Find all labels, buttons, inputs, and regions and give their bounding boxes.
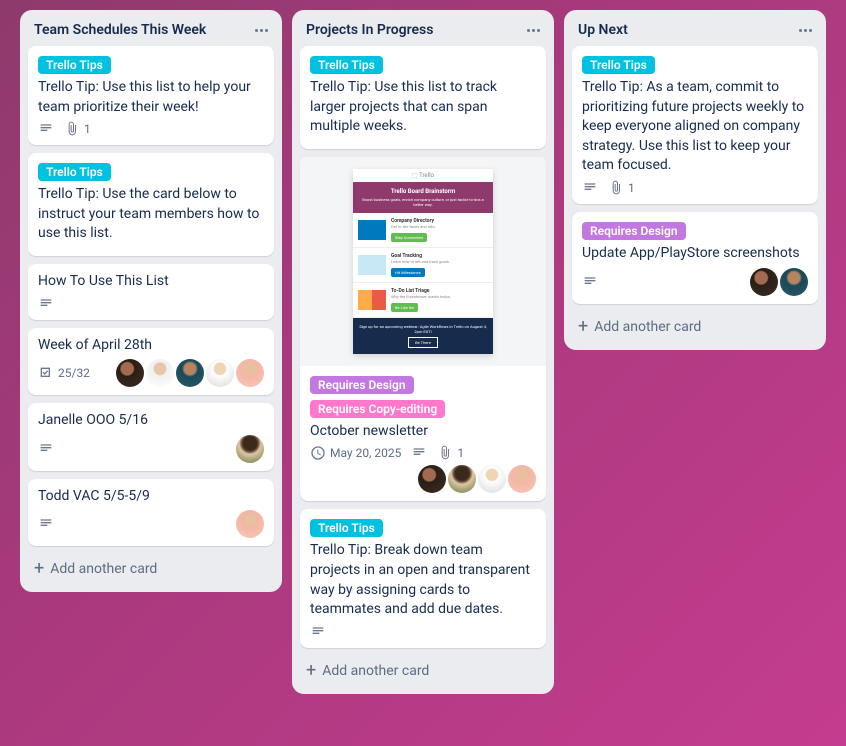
avatar[interactable] — [236, 359, 264, 387]
card-title: Week of April 28th — [38, 336, 264, 356]
avatar[interactable] — [418, 465, 446, 493]
list-menu-button[interactable] — [255, 29, 268, 32]
newsletter-preview: ⬚ Trello Trello Board BrainstormBoost bu… — [353, 169, 493, 354]
card-tip-breakdown[interactable]: Trello Tips Trello Tip: Break down team … — [300, 509, 546, 647]
add-card-button[interactable]: + Add another card — [28, 554, 274, 584]
card-members — [236, 510, 264, 538]
list-projects-in-progress: Projects In Progress Trello Tips Trello … — [292, 10, 554, 694]
list-title[interactable]: Projects In Progress — [306, 22, 433, 38]
attachment-badge: 1 — [437, 445, 464, 461]
list-title[interactable]: Up Next — [578, 22, 628, 38]
description-icon — [411, 445, 427, 461]
avatar[interactable] — [508, 465, 536, 493]
description-icon — [38, 296, 54, 312]
card-members — [236, 435, 264, 463]
label-requires-design[interactable]: Requires Design — [582, 222, 686, 240]
card-october-newsletter[interactable]: ⬚ Trello Trello Board BrainstormBoost bu… — [300, 157, 546, 502]
card-title: Trello Tip: Use this list to track large… — [310, 78, 536, 137]
description-icon — [582, 180, 598, 196]
list-menu-button[interactable] — [799, 29, 812, 32]
avatar[interactable] — [146, 359, 174, 387]
avatar[interactable] — [478, 465, 506, 493]
card-tip-track-larger[interactable]: Trello Tips Trello Tip: Use this list to… — [300, 46, 546, 149]
list-title[interactable]: Team Schedules This Week — [34, 22, 206, 38]
card-todd-vac[interactable]: Todd VAC 5/5-5/9 — [28, 479, 274, 547]
avatar[interactable] — [176, 359, 204, 387]
checklist-badge: 25/32 — [38, 365, 90, 381]
label-requires-design[interactable]: Requires Design — [310, 376, 414, 394]
board: Team Schedules This Week Trello Tips Tre… — [20, 10, 826, 694]
card-title: Trello Tip: Use this list to help your t… — [38, 78, 264, 117]
add-card-button[interactable]: + Add another card — [572, 312, 818, 342]
label-requires-copy[interactable]: Requires Copy-editing — [310, 400, 445, 418]
card-tip-commit[interactable]: Trello Tips Trello Tip: As a team, commi… — [572, 46, 818, 204]
plus-icon: + — [306, 662, 316, 680]
card-title: How To Use This List — [38, 272, 264, 292]
card-janelle-ooo[interactable]: Janelle OOO 5/16 — [28, 403, 274, 471]
card-tip-prioritize[interactable]: Trello Tips Trello Tip: Use this list to… — [28, 46, 274, 145]
description-icon — [582, 274, 598, 290]
avatar[interactable] — [236, 435, 264, 463]
card-title: Trello Tip: Break down team projects in … — [310, 541, 536, 619]
list-team-schedules: Team Schedules This Week Trello Tips Tre… — [20, 10, 282, 592]
label-trello-tips[interactable]: Trello Tips — [38, 163, 111, 181]
card-members — [116, 359, 264, 387]
plus-icon: + — [34, 560, 44, 578]
add-card-button[interactable]: + Add another card — [300, 656, 546, 686]
description-icon — [38, 516, 54, 532]
label-trello-tips[interactable]: Trello Tips — [38, 56, 111, 74]
avatar[interactable] — [780, 268, 808, 296]
avatar[interactable] — [116, 359, 144, 387]
card-title: October newsletter — [310, 422, 536, 442]
list-header: Team Schedules This Week — [28, 18, 274, 46]
attachment-badge: 1 — [608, 180, 635, 196]
description-icon — [38, 121, 54, 137]
card-update-screenshots[interactable]: Requires Design Update App/PlayStore scr… — [572, 212, 818, 304]
attachment-badge: 1 — [64, 121, 91, 137]
label-trello-tips[interactable]: Trello Tips — [310, 519, 383, 537]
avatar[interactable] — [206, 359, 234, 387]
list-up-next: Up Next Trello Tips Trello Tip: As a tea… — [564, 10, 826, 350]
card-week-april28[interactable]: Week of April 28th 25/32 — [28, 328, 274, 396]
card-tip-instruct[interactable]: Trello Tips Trello Tip: Use the card bel… — [28, 153, 274, 256]
label-trello-tips[interactable]: Trello Tips — [310, 56, 383, 74]
avatar[interactable] — [750, 268, 778, 296]
avatar[interactable] — [448, 465, 476, 493]
description-icon — [310, 624, 326, 640]
description-icon — [38, 441, 54, 457]
card-title: Update App/PlayStore screenshots — [582, 244, 808, 264]
card-title: Todd VAC 5/5-5/9 — [38, 487, 264, 507]
list-menu-button[interactable] — [527, 29, 540, 32]
card-title: Trello Tip: As a team, commit to priorit… — [582, 78, 808, 176]
card-cover: ⬚ Trello Trello Board BrainstormBoost bu… — [300, 157, 546, 366]
card-members — [418, 465, 536, 493]
card-members — [750, 268, 808, 296]
list-header: Up Next — [572, 18, 818, 46]
card-title: Trello Tip: Use the card below to instru… — [38, 185, 264, 244]
list-header: Projects In Progress — [300, 18, 546, 46]
plus-icon: + — [578, 318, 588, 336]
card-how-to-use[interactable]: How To Use This List — [28, 264, 274, 320]
label-trello-tips[interactable]: Trello Tips — [582, 56, 655, 74]
card-title: Janelle OOO 5/16 — [38, 411, 264, 431]
due-date-badge[interactable]: May 20, 2025 — [310, 445, 401, 461]
avatar[interactable] — [236, 510, 264, 538]
